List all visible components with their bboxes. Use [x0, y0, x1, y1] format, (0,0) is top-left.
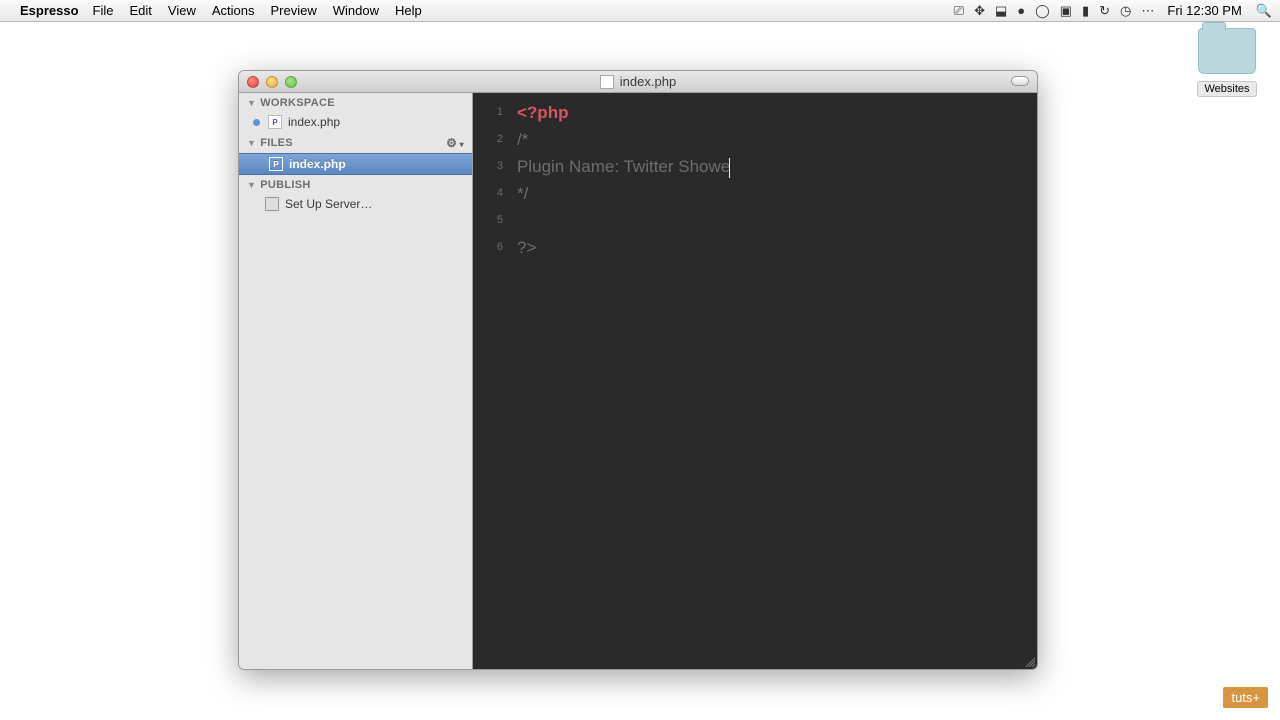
window-minimize-button[interactable] — [266, 76, 278, 88]
window-title: index.php — [239, 74, 1037, 89]
php-file-icon: P — [268, 115, 282, 129]
truck-icon[interactable]: ▣ — [1060, 3, 1072, 19]
menu-preview[interactable]: Preview — [271, 3, 317, 18]
editor-window: index.php ▼ WORKSPACE P index.php ▼ FILE… — [238, 70, 1038, 670]
disclosure-triangle-icon[interactable]: ▼ — [247, 138, 256, 148]
menu-help[interactable]: Help — [395, 3, 422, 18]
sidebar: ▼ WORKSPACE P index.php ▼ FILES ⚙ P inde… — [239, 93, 473, 669]
app-name[interactable]: Espresso — [20, 3, 79, 18]
line-number: 6 — [473, 234, 503, 261]
move-icon[interactable]: ✥ — [974, 3, 985, 19]
window-zoom-button[interactable] — [285, 76, 297, 88]
line-number: 5 — [473, 207, 503, 234]
desktop-folder-label: Websites — [1197, 81, 1256, 97]
disclosure-triangle-icon[interactable]: ▼ — [247, 180, 256, 190]
document-icon — [600, 75, 614, 89]
line-number-gutter: 1 2 3 4 5 6 — [473, 93, 511, 669]
line-number: 3 — [473, 153, 503, 180]
publish-item-label: Set Up Server… — [285, 197, 372, 211]
sidebar-section-publish[interactable]: ▼ PUBLISH — [239, 175, 472, 194]
code-line: */ — [517, 184, 528, 203]
sidebar-section-files[interactable]: ▼ FILES ⚙ — [239, 132, 472, 153]
window-close-button[interactable] — [247, 76, 259, 88]
publish-setup-server[interactable]: Set Up Server… — [239, 194, 472, 214]
menu-window[interactable]: Window — [333, 3, 379, 18]
traffic-lights — [247, 76, 297, 88]
macos-menubar: Espresso File Edit View Actions Preview … — [0, 0, 1280, 22]
files-header-label: FILES — [260, 137, 293, 149]
resize-grip[interactable] — [1023, 655, 1035, 667]
code-content[interactable]: <?php /* Plugin Name: Twitter Showe */ ?… — [511, 93, 730, 669]
menu-view[interactable]: View — [168, 3, 196, 18]
publish-header-label: PUBLISH — [260, 179, 310, 191]
overflow-icon[interactable]: ⋯ — [1141, 3, 1154, 19]
spotlight-icon[interactable]: 🔍 — [1256, 3, 1272, 19]
cloud-icon[interactable]: ● — [1017, 3, 1025, 18]
battery-icon[interactable]: ▮ — [1082, 3, 1089, 19]
server-icon — [265, 197, 279, 211]
files-item-label: index.php — [289, 157, 346, 171]
dropbox-icon[interactable]: ⬓ — [995, 3, 1007, 19]
window-titlebar[interactable]: index.php — [239, 71, 1037, 93]
menu-file[interactable]: File — [93, 3, 114, 18]
workspace-header-label: WORKSPACE — [260, 97, 335, 109]
code-line: Plugin Name: Twitter Showe — [517, 157, 730, 176]
text-cursor — [729, 158, 730, 178]
code-editor[interactable]: 1 2 3 4 5 6 <?php /* Plugin Name: Twitte… — [473, 93, 1037, 669]
folder-icon — [1198, 28, 1256, 74]
circle-icon[interactable]: ◯ — [1035, 3, 1050, 19]
window-title-text: index.php — [620, 74, 676, 89]
code-line: <?php — [517, 103, 568, 122]
tuts-plus-badge: tuts+ — [1223, 687, 1268, 708]
workspace-file-label: index.php — [288, 115, 340, 129]
screenrec-icon[interactable]: ⎚ — [954, 3, 964, 19]
menu-actions[interactable]: Actions — [212, 3, 255, 18]
gear-icon[interactable]: ⚙ — [446, 136, 464, 150]
workspace-file-item[interactable]: P index.php — [239, 112, 472, 132]
disclosure-triangle-icon[interactable]: ▼ — [247, 98, 256, 108]
php-file-icon: P — [269, 157, 283, 171]
code-line: ?> — [517, 238, 536, 257]
desktop-folder-websites[interactable]: Websites — [1192, 28, 1262, 97]
code-line: /* — [517, 130, 528, 149]
line-number: 4 — [473, 180, 503, 207]
files-tree-item-selected[interactable]: P index.php — [239, 153, 472, 175]
sidebar-section-workspace[interactable]: ▼ WORKSPACE — [239, 93, 472, 112]
line-number: 1 — [473, 99, 503, 126]
modified-dot-icon — [253, 119, 260, 126]
line-number: 2 — [473, 126, 503, 153]
toolbar-pill-button[interactable] — [1011, 76, 1029, 86]
menu-edit[interactable]: Edit — [130, 3, 152, 18]
menubar-clock[interactable]: Fri 12:30 PM — [1167, 3, 1241, 18]
timemachine-icon[interactable]: ◷ — [1120, 3, 1131, 19]
sync-icon[interactable]: ↻ — [1099, 3, 1110, 19]
